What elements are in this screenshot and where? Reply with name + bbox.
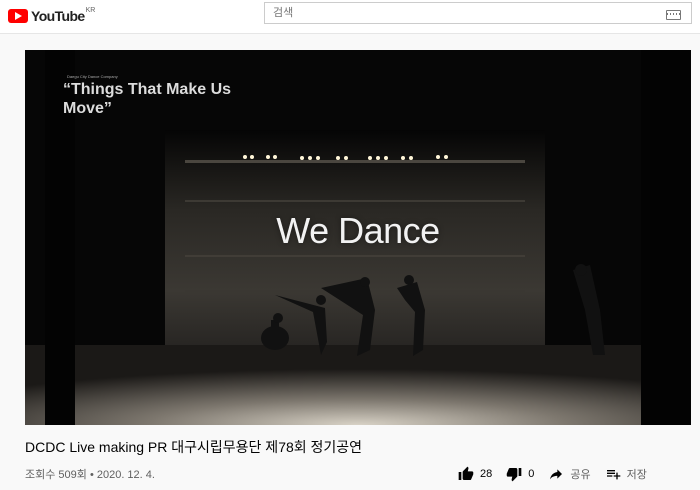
- save-label: 저장: [626, 469, 647, 481]
- video-player[interactable]: Daegu City Dance Company “Things That Ma…: [25, 50, 691, 425]
- video-stats: 조회수 509회 • 2020. 12. 4.: [25, 469, 155, 481]
- save-button[interactable]: 저장: [605, 466, 647, 482]
- dislike-button[interactable]: 0: [506, 466, 534, 482]
- top-bar: YouTube KR: [0, 0, 700, 34]
- keyboard-icon[interactable]: [666, 10, 681, 20]
- video-title: DCDC Live making PR 대구시립무용단 제78회 정기공연: [25, 439, 363, 455]
- share-label: 공유: [570, 469, 591, 481]
- video-actions: 28 0 공유 저장: [458, 465, 647, 483]
- share-icon: [550, 469, 563, 480]
- playlist-add-icon: [606, 470, 620, 480]
- region-code: KR: [85, 6, 96, 14]
- search-input[interactable]: [265, 3, 655, 23]
- dislike-count: 0: [528, 468, 535, 480]
- video-caption: We Dance: [276, 210, 440, 251]
- search-box[interactable]: [264, 2, 692, 24]
- overlay-kicker: Daegu City Dance Company: [67, 74, 118, 79]
- youtube-logo[interactable]: YouTube KR: [8, 6, 95, 26]
- logo-text: YouTube: [31, 8, 85, 24]
- thumbs-up-icon: [458, 466, 474, 480]
- youtube-play-icon: [8, 9, 28, 23]
- like-button[interactable]: 28: [458, 466, 492, 482]
- overlay-title: “Things That Make Us Move”: [63, 81, 232, 117]
- thumbs-down-icon: [506, 468, 522, 482]
- share-button[interactable]: 공유: [548, 466, 591, 482]
- like-count: 28: [480, 468, 493, 480]
